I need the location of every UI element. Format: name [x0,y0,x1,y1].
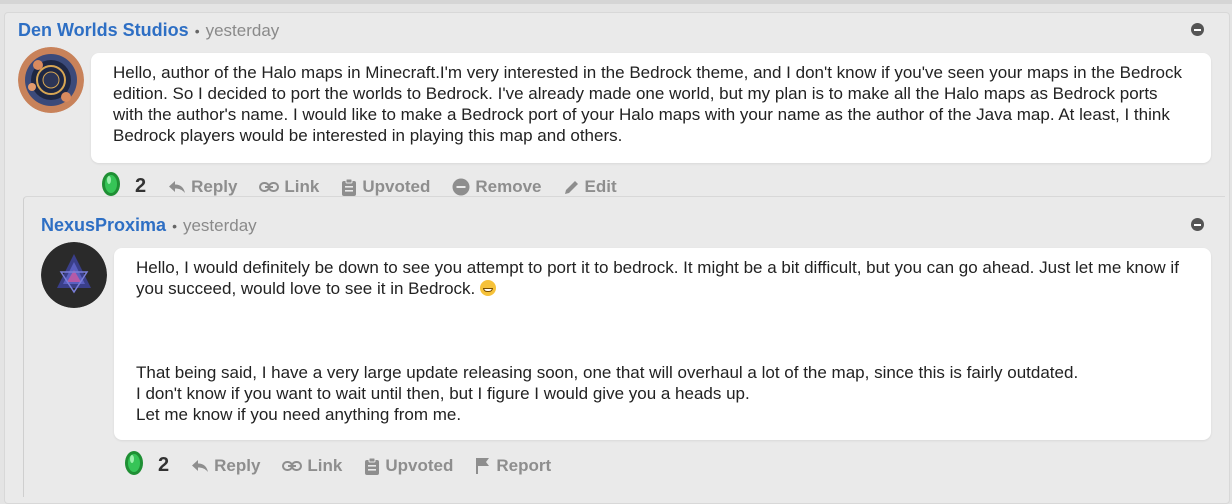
comment-text-line: Hello, I would definitely be down to see… [136,258,1179,298]
remove-label: Remove [475,176,542,196]
minus-circle-icon [452,178,470,196]
separator-dot: • [172,218,177,234]
vote-score: 2 [124,450,169,481]
comment-header: NexusProxima • yesterday [41,215,257,236]
timestamp: yesterday [182,216,257,235]
score-count: 2 [135,175,147,197]
pencil-icon [564,179,580,195]
upvoted-button[interactable]: Upvoted [341,177,430,197]
comment-actions: 2 Reply Link Upvoted Report [124,450,551,481]
comment-body: Hello, I would definitely be down to see… [114,248,1211,440]
score-count: 2 [158,454,170,476]
reply-icon [168,180,186,194]
grin-emoji-icon [479,280,496,296]
link-icon [259,181,280,193]
report-button[interactable]: Report [475,456,551,476]
reply-button[interactable]: Reply [191,456,260,476]
upvoted-label: Upvoted [362,176,431,196]
author-link[interactable]: Den Worlds Studios [18,20,189,41]
timestamp: yesterday [205,21,280,40]
comment-text: Hello, I would definitely be down to see… [136,257,1191,299]
avatar[interactable] [18,47,84,113]
top-border [0,0,1232,4]
link-icon [282,460,303,472]
remove-button[interactable]: Remove [452,176,542,197]
link-button[interactable]: Link [259,177,319,197]
comment-text: Hello, author of the Halo maps in Minecr… [113,63,1182,145]
upvoted-label: Upvoted [385,455,454,475]
collapse-icon[interactable] [1191,23,1204,36]
link-label: Link [307,455,343,475]
flag-icon [475,457,491,474]
reply-label: Reply [191,176,238,196]
reply-button[interactable]: Reply [168,177,237,197]
upvoted-button[interactable]: Upvoted [364,456,453,476]
edit-button[interactable]: Edit [564,177,617,197]
author-link[interactable]: NexusProxima [41,215,166,236]
reply-icon [191,459,209,473]
avatar[interactable] [41,242,107,308]
link-button[interactable]: Link [282,456,342,476]
report-label: Report [496,455,552,475]
collapse-icon[interactable] [1191,218,1204,231]
emerald-icon[interactable] [124,450,144,481]
clipboard-icon [364,457,380,475]
link-label: Link [284,176,320,196]
clipboard-icon [341,178,357,196]
comment-text-paragraph: That being said, I have a very large upd… [136,363,1079,424]
comment-header: Den Worlds Studios • yesterday [18,20,279,41]
edit-label: Edit [584,176,617,196]
separator-dot: • [194,23,200,39]
reply-label: Reply [214,455,261,475]
comment-body: Hello, author of the Halo maps in Minecr… [91,53,1211,163]
